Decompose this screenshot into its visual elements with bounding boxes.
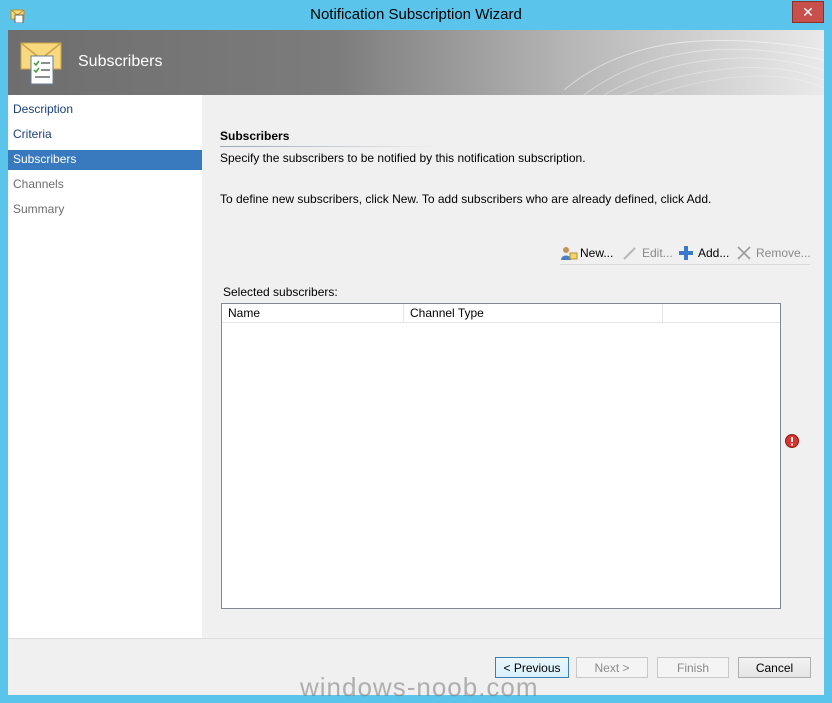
remove-x-icon	[737, 246, 751, 260]
add-label: Add...	[698, 246, 730, 260]
wizard-envelope-icon	[20, 42, 62, 85]
subscriber-toolbar: New... Edit... Add... Remove...	[560, 242, 811, 265]
nav-item-summary: Summary	[13, 202, 65, 216]
plus-icon	[679, 246, 693, 260]
header-title: Subscribers	[78, 53, 163, 70]
add-button[interactable]: Add...	[678, 244, 729, 262]
section-title: Subscribers	[220, 129, 290, 143]
new-button[interactable]: New...	[560, 244, 613, 262]
wizard-header: Subscribers	[8, 30, 824, 95]
new-label: New...	[580, 246, 614, 260]
header-decoration	[564, 39, 824, 95]
page-instruction: To define new subscribers, click New. To…	[220, 192, 712, 206]
remove-label: Remove...	[756, 246, 811, 260]
wizard-nav: Description Criteria Subscribers Channel…	[8, 95, 202, 638]
edit-label: Edit...	[642, 246, 673, 260]
section-divider	[220, 146, 440, 147]
new-user-icon	[561, 247, 578, 260]
wizard-page: Subscribers Specify the subscribers to b…	[202, 95, 824, 638]
window-title: Notification Subscription Wizard	[310, 6, 522, 23]
list-header: Name Channel Type	[222, 304, 780, 323]
page-description: Specify the subscribers to be notified b…	[220, 151, 586, 165]
wizard-client: Subscribers Description Criteria Subscri…	[8, 30, 824, 695]
nav-item-description[interactable]: Description	[8, 100, 202, 120]
next-button: Next >	[576, 657, 648, 678]
pencil-icon	[623, 247, 636, 260]
error-icon	[785, 434, 799, 448]
selected-subscribers-label: Selected subscribers:	[223, 285, 338, 299]
remove-button: Remove...	[736, 244, 811, 262]
title-bar: Notification Subscription Wizard ✕	[0, 0, 832, 30]
watermark: windows-noob.com	[300, 672, 539, 702]
column-header-channel-type[interactable]: Channel Type	[404, 304, 663, 322]
column-header-name[interactable]: Name	[222, 304, 404, 322]
nav-item-criteria[interactable]: Criteria	[8, 125, 202, 145]
finish-button: Finish	[657, 657, 729, 678]
subscribers-list[interactable]: Name Channel Type	[221, 303, 781, 609]
close-button[interactable]: ✕	[792, 1, 824, 23]
nav-item-channels: Channels	[13, 177, 64, 191]
edit-button: Edit...	[622, 244, 673, 262]
cancel-button[interactable]: Cancel	[738, 657, 811, 678]
nav-item-subscribers[interactable]: Subscribers	[8, 150, 202, 170]
